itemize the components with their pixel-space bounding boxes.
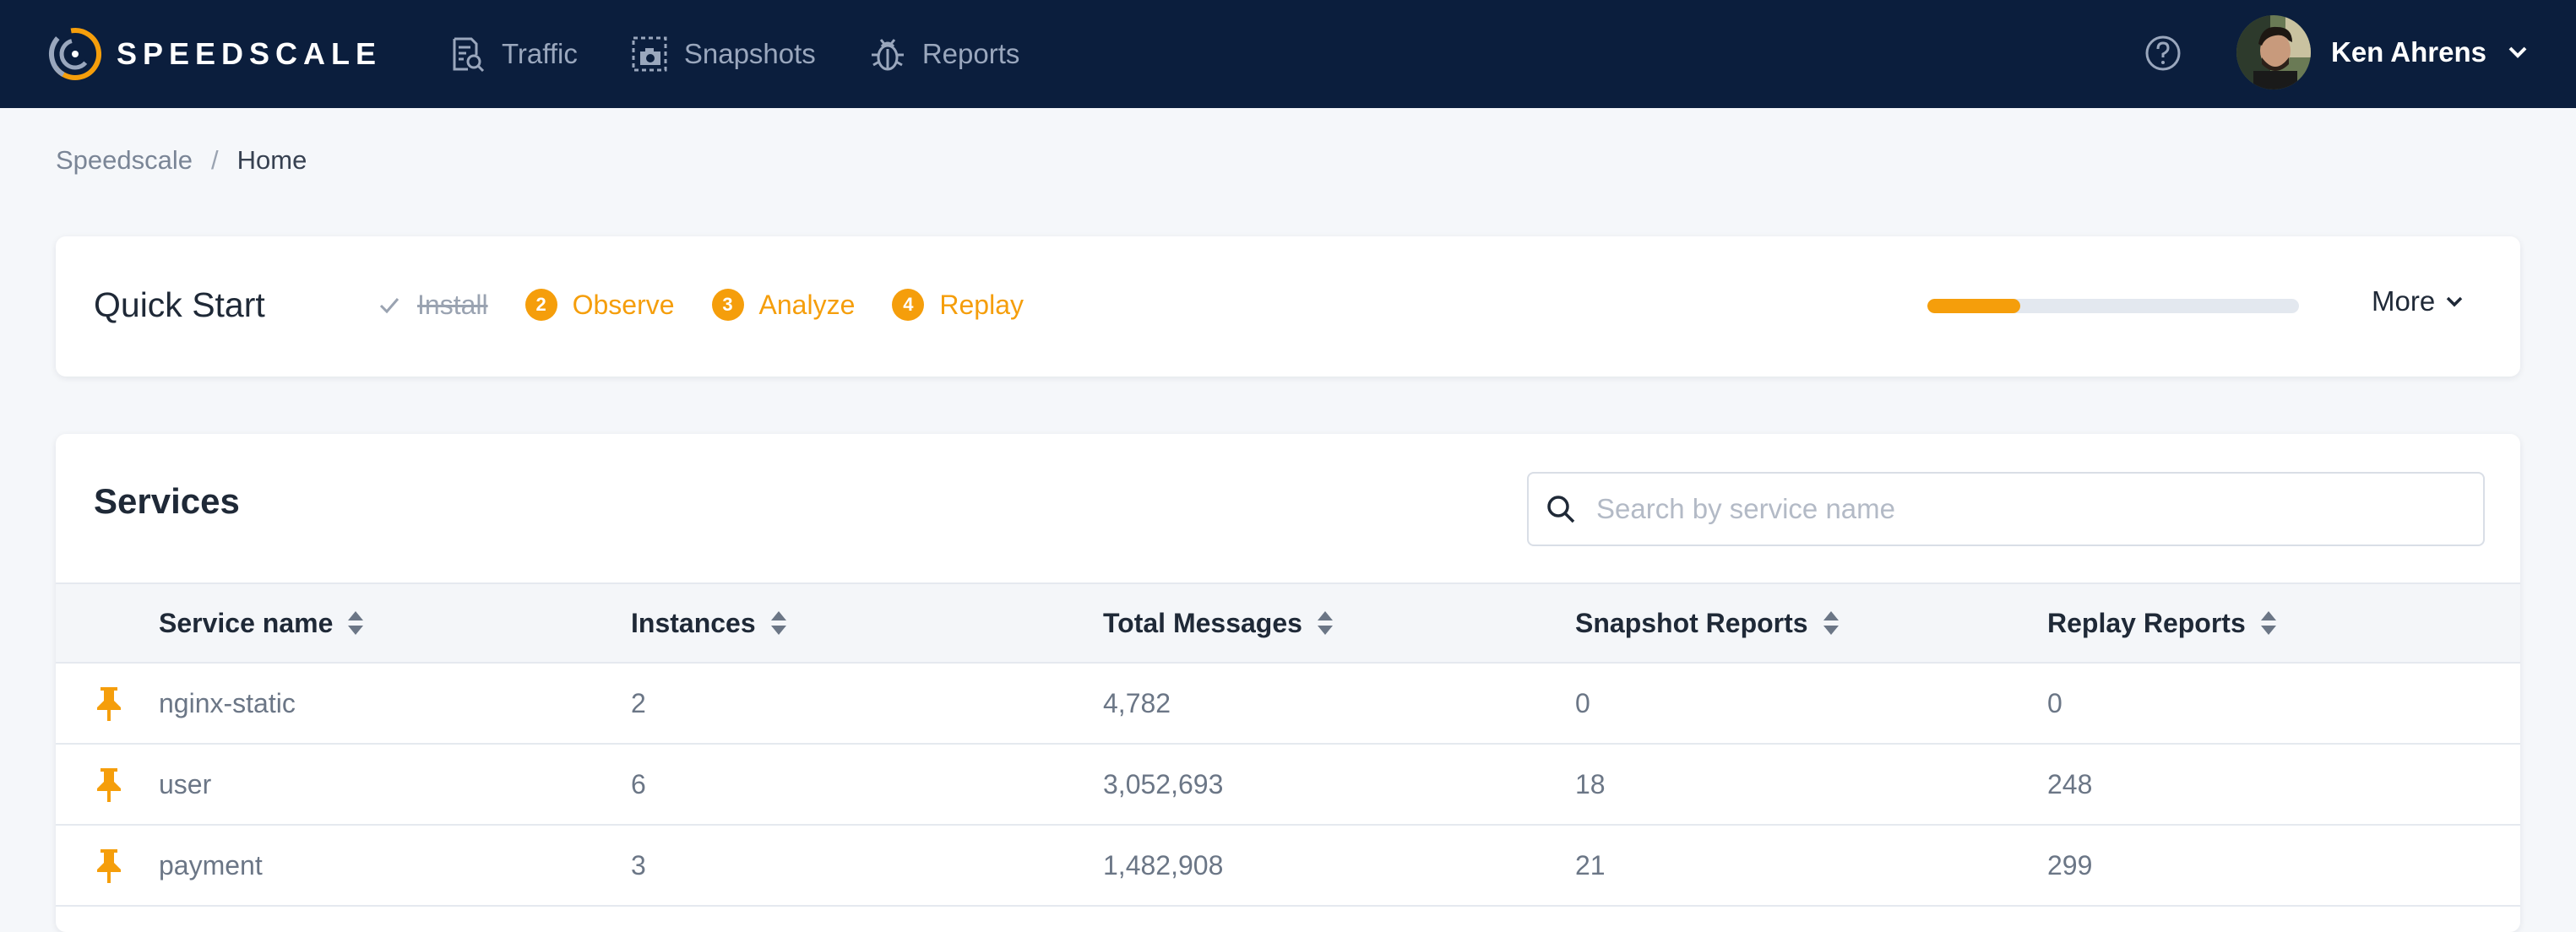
- progress-fill: [1927, 299, 2020, 313]
- pin-icon[interactable]: [93, 767, 125, 804]
- cell-service-name[interactable]: user: [159, 745, 211, 824]
- cell-total-messages: 3,052,693: [1103, 768, 1224, 799]
- step-number-badge: 4: [892, 289, 925, 321]
- column-header-instances[interactable]: Instances: [631, 584, 788, 662]
- step-number-badge: 3: [711, 289, 744, 321]
- nav-item-reports[interactable]: Reports: [868, 35, 1020, 73]
- cell-service-name[interactable]: payment: [159, 826, 263, 905]
- services-table: Service name Instances Total Messages Sn…: [56, 582, 2520, 907]
- column-header-replay-reports[interactable]: Replay Reports: [2047, 584, 2278, 662]
- column-header-total-messages[interactable]: Total Messages: [1103, 584, 1334, 662]
- nav-item-label: Traffic: [502, 38, 578, 69]
- cell-replay-reports: 0: [2047, 687, 2062, 718]
- cell-instances: 2: [631, 687, 646, 718]
- breadcrumb-current: Home: [236, 145, 307, 175]
- sort-icon: [348, 611, 364, 635]
- search-input[interactable]: [1595, 492, 2473, 526]
- top-navigation-bar: SPEEDSCALE Traffic Snapshots Reports Ken…: [0, 0, 2576, 108]
- step-install[interactable]: Install: [377, 290, 488, 321]
- bug-report-icon: [871, 39, 904, 71]
- services-title: Services: [94, 481, 240, 521]
- avatar: [2236, 15, 2311, 89]
- user-menu[interactable]: Ken Ahrens: [2236, 15, 2530, 89]
- table-row[interactable]: user 6 3,052,693 18 248: [56, 745, 2520, 826]
- step-number-badge: 2: [524, 289, 557, 321]
- step-label: Observe: [572, 289, 675, 320]
- nav-item-snapshots[interactable]: Snapshots: [630, 35, 816, 73]
- more-dropdown-button[interactable]: More: [2372, 285, 2465, 317]
- step-label: Install: [417, 289, 488, 320]
- pin-icon[interactable]: [93, 848, 125, 885]
- snapshot-camera-icon: [632, 36, 667, 72]
- speedscale-logo-icon: [49, 28, 101, 80]
- traffic-icon: [453, 37, 485, 73]
- breadcrumb-separator: /: [211, 145, 219, 175]
- more-label: More: [2372, 285, 2436, 317]
- step-observe[interactable]: 2 Observe: [524, 289, 675, 321]
- sort-icon: [1823, 611, 1839, 635]
- main-nav: Traffic Snapshots Reports: [448, 0, 1072, 108]
- brand[interactable]: SPEEDSCALE: [46, 24, 382, 84]
- cell-total-messages: 4,782: [1103, 687, 1171, 718]
- cell-snapshot-reports: 0: [1575, 687, 1590, 718]
- sort-icon: [770, 611, 786, 635]
- check-icon: [379, 298, 399, 314]
- quick-start-card: Quick Start Install 2 Observe 3 Analyze …: [56, 236, 2520, 377]
- step-label: Analyze: [758, 289, 856, 320]
- breadcrumb: Speedscale / Home: [56, 145, 307, 176]
- column-header-service-name[interactable]: Service name: [159, 584, 365, 662]
- step-analyze[interactable]: 3 Analyze: [711, 289, 856, 321]
- brand-name: SPEEDSCALE: [117, 36, 383, 71]
- nav-item-label: Snapshots: [683, 38, 816, 69]
- cell-instances: 6: [631, 768, 646, 799]
- table-row[interactable]: payment 3 1,482,908 21 299: [56, 826, 2520, 907]
- breadcrumb-root-link[interactable]: Speedscale: [56, 145, 193, 176]
- user-name: Ken Ahrens: [2331, 36, 2486, 68]
- quick-start-steps: Install 2 Observe 3 Analyze 4 Replay: [377, 289, 1061, 321]
- step-label: Replay: [939, 289, 1024, 320]
- table-row[interactable]: nginx-static 2 4,782 0 0: [56, 664, 2520, 745]
- column-header-snapshot-reports[interactable]: Snapshot Reports: [1575, 584, 1840, 662]
- pin-icon[interactable]: [93, 685, 125, 723]
- nav-item-traffic[interactable]: Traffic: [448, 35, 578, 73]
- search-icon: [1547, 496, 1575, 523]
- chevron-down-icon: [2446, 296, 2463, 307]
- help-icon[interactable]: [2144, 34, 2182, 73]
- cell-snapshot-reports: 21: [1575, 849, 1606, 881]
- table-header-row: Service name Instances Total Messages Sn…: [56, 582, 2520, 664]
- cell-total-messages: 1,482,908: [1103, 849, 1224, 881]
- step-replay[interactable]: 4 Replay: [892, 289, 1024, 321]
- cell-instances: 3: [631, 849, 646, 881]
- cell-snapshot-reports: 18: [1575, 768, 1606, 799]
- quick-start-progress-bar: [1927, 299, 2299, 313]
- quick-start-title: Quick Start: [94, 285, 265, 324]
- sort-icon: [1317, 611, 1333, 635]
- cell-service-name[interactable]: nginx-static: [159, 664, 296, 743]
- service-search[interactable]: [1527, 472, 2485, 546]
- sort-icon: [2260, 611, 2276, 635]
- cell-replay-reports: 248: [2047, 768, 2093, 799]
- services-card: Services Service name Instances Total Me…: [56, 434, 2520, 932]
- chevron-down-icon: [2508, 46, 2527, 58]
- nav-item-label: Reports: [921, 38, 1020, 69]
- cell-replay-reports: 299: [2047, 849, 2093, 881]
